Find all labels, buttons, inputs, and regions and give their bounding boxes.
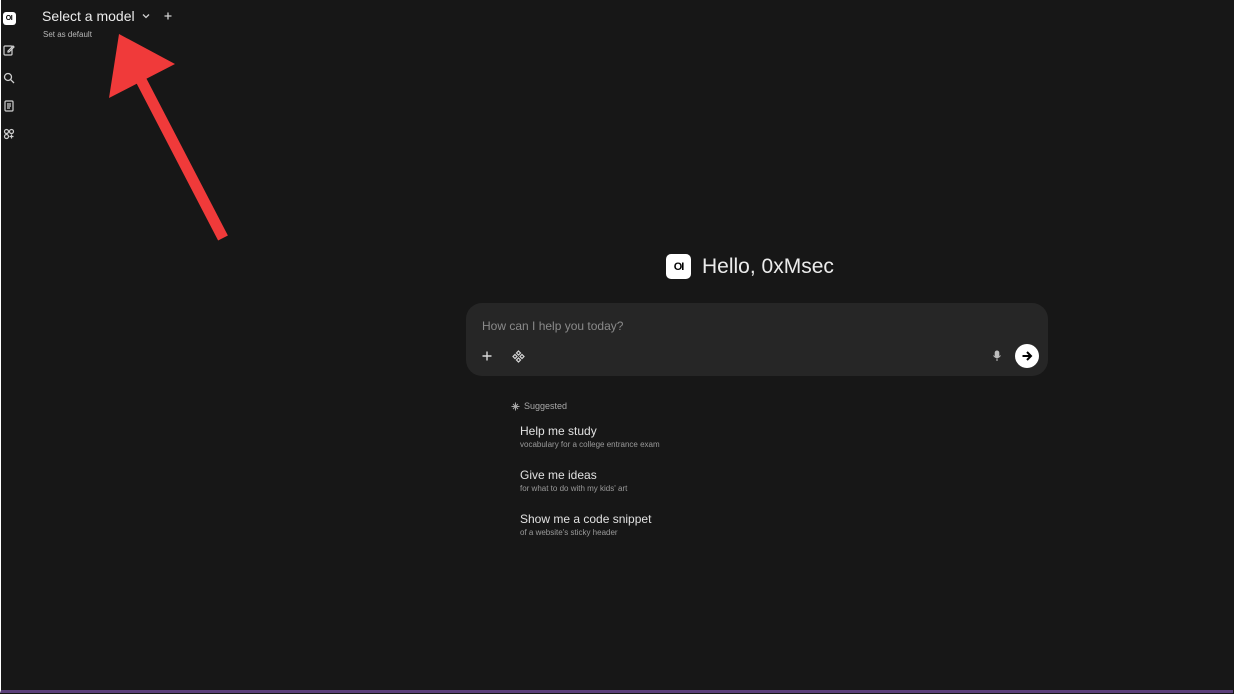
suggestion-subtitle: for what to do with my kids' art xyxy=(520,484,628,493)
suggestion-item[interactable]: Show me a code snippet of a website's st… xyxy=(520,512,651,539)
chat-input[interactable] xyxy=(480,315,1024,337)
send-button[interactable] xyxy=(1015,344,1039,368)
new-chat-button[interactable] xyxy=(2,43,16,57)
sidebar-rail: OI xyxy=(1,0,17,690)
app-window: OI Select a model Set as default OI Hell… xyxy=(0,0,1233,693)
plus-icon xyxy=(482,351,492,361)
voice-input-button[interactable] xyxy=(987,346,1007,366)
suggestion-title: Show me a code snippet xyxy=(520,512,652,526)
new-chat-icon xyxy=(3,45,15,56)
tools-button[interactable] xyxy=(508,346,528,366)
plus-icon xyxy=(164,12,172,20)
microphone-icon xyxy=(993,350,1001,361)
chevron-down-icon xyxy=(142,14,150,19)
arrow-right-icon xyxy=(1022,351,1033,361)
suggested-heading: Suggested xyxy=(511,401,567,411)
greeting: OI Hello, 0xMsec xyxy=(666,254,834,279)
attach-button[interactable] xyxy=(477,346,497,366)
greeting-text: Hello, 0xMsec xyxy=(702,254,834,278)
sparkle-icon xyxy=(511,402,520,410)
tools-icon xyxy=(511,349,525,363)
suggestion-item[interactable]: Help me study vocabulary for a college e… xyxy=(520,424,660,451)
notes-button[interactable] xyxy=(2,99,16,113)
search-icon xyxy=(3,72,15,84)
suggestion-subtitle: of a website's sticky header xyxy=(520,528,618,537)
suggested-label: Suggested xyxy=(524,401,568,411)
app-logo-button[interactable]: OI xyxy=(2,11,16,25)
app-logo: OI xyxy=(2,11,16,25)
workspace-icon xyxy=(3,128,15,140)
search-button[interactable] xyxy=(2,71,16,85)
suggestion-subtitle: vocabulary for a college entrance exam xyxy=(520,440,660,449)
suggestion-item[interactable]: Give me ideas for what to do with my kid… xyxy=(520,468,627,495)
chat-input-box xyxy=(466,303,1048,376)
model-selector[interactable]: Select a model xyxy=(42,8,151,24)
workspace-button[interactable] xyxy=(2,127,16,141)
suggestion-title: Give me ideas xyxy=(520,468,597,482)
notes-icon xyxy=(4,100,14,112)
add-model-button[interactable] xyxy=(163,8,173,24)
model-selector-label: Select a model xyxy=(42,8,135,24)
annotation-arrow xyxy=(109,34,228,241)
greeting-logo: OI xyxy=(666,254,691,279)
suggestion-title: Help me study xyxy=(520,424,597,438)
set-as-default-link[interactable]: Set as default xyxy=(43,30,92,39)
